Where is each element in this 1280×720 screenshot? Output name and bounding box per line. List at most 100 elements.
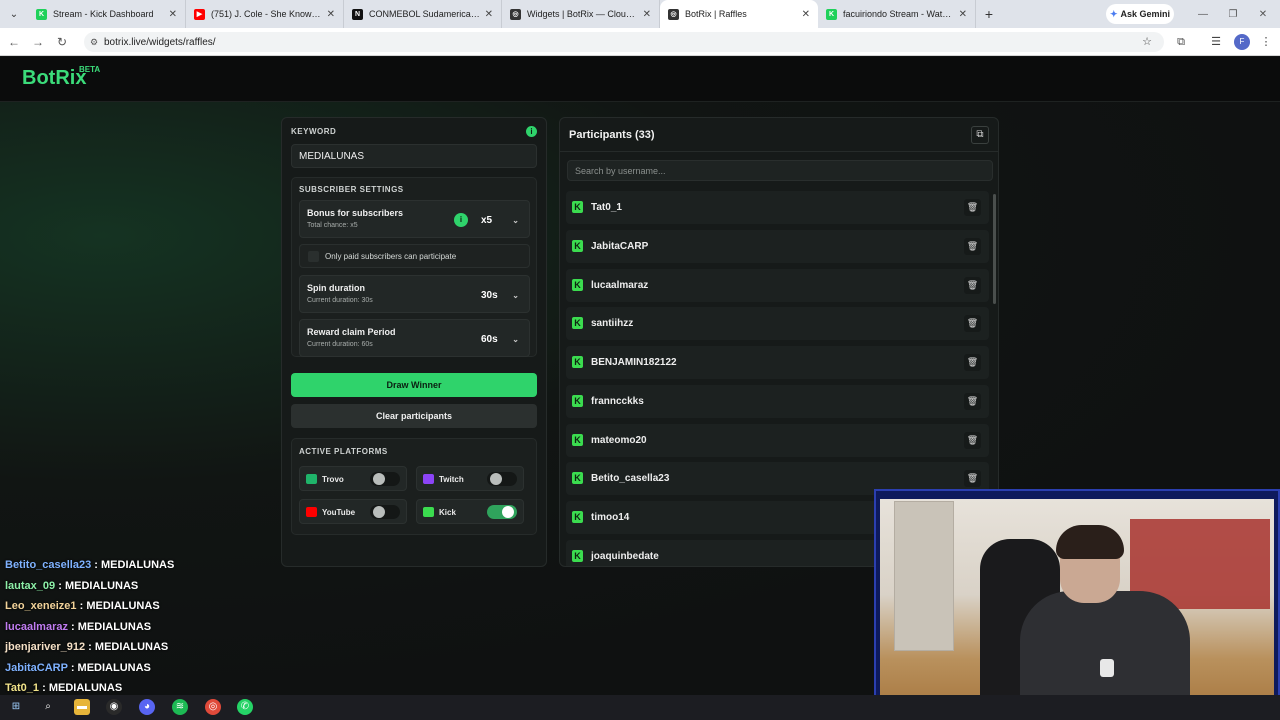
tab-search-chevron-icon[interactable]: ⌄: [0, 0, 28, 28]
spin-duration-select[interactable]: 30s ⌄: [477, 287, 521, 303]
bonus-select[interactable]: x5 ⌄: [477, 212, 521, 228]
trash-icon[interactable]: 🗑: [964, 237, 981, 255]
trash-icon[interactable]: 🗑: [964, 199, 981, 216]
address-bar[interactable]: ⚙ botrix.live/widgets/raffles/: [84, 32, 1164, 52]
media-controls-icon[interactable]: ☰: [1208, 34, 1224, 50]
browser-tabbar: ⌄ K Stream - Kick Dashboard ✕ ▶ (751) J. Col…: [0, 0, 1280, 28]
tab-strip: K Stream - Kick Dashboard ✕ ▶ (751) J. Cole …: [28, 0, 976, 28]
webcam-crest: [1100, 659, 1114, 677]
bonus-name: Bonus for subscribers: [307, 208, 404, 218]
tab-close-icon[interactable]: ✕: [327, 9, 335, 20]
close-window-icon[interactable]: ✕: [1248, 0, 1278, 28]
bonus-info-icon[interactable]: i: [454, 213, 468, 227]
participants-title: Participants (33): [569, 129, 655, 141]
extensions-puzzle-icon[interactable]: ⧉: [1173, 34, 1189, 50]
tab-close-icon[interactable]: ✕: [802, 9, 810, 20]
trovo-icon: [306, 474, 317, 484]
browser-tab[interactable]: Kfacuiriondo Stream - Watch Live ✕: [818, 0, 976, 28]
windows-taskbar: ⊞ ⌕ ◉ ▬ ◕ ≋ ◎ ✆: [0, 695, 1280, 720]
paid-only-label: Only paid subscribers can participate: [325, 252, 457, 261]
chat-text: MEDIALUNAS: [86, 600, 160, 612]
bonus-sub: Total chance: x5: [307, 222, 358, 229]
platform-youtube: YouTube: [299, 499, 407, 524]
platform-name: Kick: [439, 508, 456, 517]
site-info-icon[interactable]: ⚙: [90, 37, 98, 48]
chat-text: MEDIALUNAS: [94, 641, 169, 653]
chat-username: Tat0_1: [5, 682, 40, 694]
trash-icon[interactable]: 🗑: [964, 470, 981, 488]
participant-list-scrollbar[interactable]: [993, 194, 996, 304]
tab-close-icon[interactable]: ✕: [959, 9, 967, 20]
trash-icon[interactable]: 🗑: [964, 431, 981, 449]
chat-message: JabitaCARP : MEDIALUNAS: [5, 662, 265, 683]
back-arrow-icon[interactable]: ←: [2, 35, 26, 49]
claim-sub: Current duration: 60s: [307, 341, 373, 348]
chat-text: MEDIALUNAS: [101, 559, 175, 571]
paid-only-row: Only paid subscribers can participate: [299, 244, 530, 268]
browser-tab[interactable]: ▶ (751) J. Cole - She Knows (Expli ✕: [186, 0, 344, 28]
reload-icon[interactable]: ↻: [50, 35, 74, 49]
trash-icon[interactable]: 🗑: [964, 315, 981, 333]
draw-winner-button[interactable]: Draw Winner: [291, 373, 537, 397]
platform-toggle[interactable]: [487, 472, 517, 486]
spin-sub: Current duration: 30s: [307, 297, 373, 304]
browser-tab[interactable]: ◎ Widgets | BotRix — Cloud Stre ✕: [502, 0, 660, 28]
chat-username: Leo_xeneize1: [5, 600, 77, 612]
paid-only-checkbox[interactable]: [308, 251, 319, 262]
whatsapp-icon[interactable]: ✆: [237, 699, 253, 715]
clear-participants-button[interactable]: Clear participants: [291, 404, 537, 428]
claim-period-setting: Reward claim Period Current duration: 60…: [299, 319, 530, 357]
tab-title: Widgets | BotRix — Cloud Stre: [527, 9, 639, 19]
participant-search-input[interactable]: [567, 160, 993, 181]
bookmark-star-icon[interactable]: ☆: [1139, 34, 1155, 50]
kick-icon: K: [572, 278, 583, 291]
chrome-menu-icon[interactable]: ⋮: [1258, 34, 1274, 50]
chevron-down-icon: ⌄: [512, 290, 519, 300]
new-tab-plus-icon[interactable]: +: [976, 6, 1002, 22]
chat-separator: :: [67, 661, 78, 674]
keyword-label: KEYWORD: [291, 127, 337, 136]
url-text: botrix.live/widgets/raffles/: [104, 36, 216, 48]
browser-tab[interactable]: K Stream - Kick Dashboard ✕: [28, 0, 186, 28]
trash-icon[interactable]: 🗑: [964, 392, 981, 410]
windows-start-icon[interactable]: ⊞: [8, 699, 24, 715]
browser-tab[interactable]: ◎ BotRix | Raffles ✕: [660, 0, 818, 28]
chrome-icon[interactable]: ◎: [205, 699, 221, 715]
trash-icon[interactable]: 🗑: [964, 354, 981, 371]
participants-header: Participants (33) ⧉: [560, 118, 998, 152]
discord-icon[interactable]: ◕: [139, 699, 155, 715]
forward-arrow-icon[interactable]: →: [26, 35, 50, 49]
profile-avatar[interactable]: F: [1234, 34, 1250, 50]
keyword-input[interactable]: [291, 144, 537, 168]
info-icon[interactable]: i: [526, 126, 537, 137]
trash-icon[interactable]: 🗑: [964, 276, 981, 294]
tab-title: BotRix | Raffles: [685, 9, 747, 19]
platform-toggle[interactable]: [487, 505, 517, 519]
copy-icon[interactable]: ⧉: [971, 126, 989, 144]
participant-row: Kfranncckks 🗑: [566, 384, 989, 418]
botrix-logo[interactable]: BotRix BETA: [22, 65, 100, 90]
tab-close-icon[interactable]: ✕: [485, 9, 493, 20]
claim-period-select[interactable]: 60s ⌄: [477, 331, 521, 347]
tab-close-icon[interactable]: ✕: [643, 9, 651, 20]
platform-name: Trovo: [322, 475, 344, 484]
spin-name: Spin duration: [307, 283, 365, 293]
file-explorer-icon[interactable]: ▬: [74, 699, 90, 715]
spotify-icon[interactable]: ≋: [172, 699, 188, 715]
kick-icon: [423, 507, 434, 517]
obs-icon[interactable]: ◉: [106, 699, 122, 715]
chat-message: lucaalmaraz : MEDIALUNAS: [5, 621, 265, 642]
twitch-icon: [423, 474, 434, 484]
browser-tab[interactable]: N CONMEBOL Sudamericana - Tab ✕: [344, 0, 502, 28]
chat-separator: :: [76, 600, 87, 612]
tab-favicon-icon: ◎: [510, 8, 521, 20]
toggle-knob: [373, 506, 385, 518]
tab-close-icon[interactable]: ✕: [169, 9, 177, 20]
platform-toggle[interactable]: [370, 505, 400, 519]
tab-title: facuiriondo Stream - Watch Live: [843, 9, 955, 19]
minimize-icon[interactable]: —: [1188, 0, 1218, 28]
restore-icon[interactable]: ❐: [1218, 0, 1248, 28]
ask-gemini-button[interactable]: ✦ Ask Gemini: [1106, 4, 1174, 24]
platform-toggle[interactable]: [370, 472, 400, 486]
taskbar-search-icon[interactable]: ⌕: [40, 699, 56, 715]
